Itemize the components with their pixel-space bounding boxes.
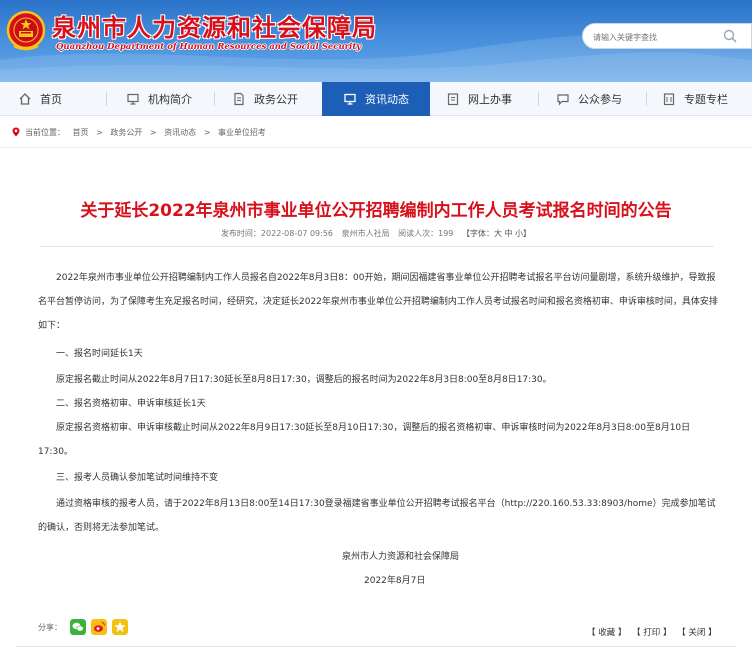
article-paragraph: 原定报名截止时间从2022年8月7日17:30延长至8月8日17:30，调整后的… xyxy=(56,375,552,385)
meta-divider xyxy=(40,246,714,247)
search-box xyxy=(582,23,752,49)
nav-item-online-service[interactable]: 网上办事 xyxy=(446,82,512,116)
national-emblem-icon xyxy=(6,10,46,51)
share-label: 分享： xyxy=(38,623,62,632)
main-nav: 首页 机构简介 政务公开 资讯动态 网上办事 公众参与 专题专栏 xyxy=(0,82,752,116)
nav-item-label: 专题专栏 xyxy=(684,93,728,106)
breadcrumb-link-government[interactable]: 政务公开 xyxy=(110,128,142,137)
nav-divider xyxy=(538,92,539,106)
nav-divider xyxy=(646,92,647,106)
search-input[interactable] xyxy=(593,29,723,45)
breadcrumb-separator: > xyxy=(149,128,157,137)
nav-item-label: 公众参与 xyxy=(578,93,622,106)
font-size-switcher[interactable]: 【字体：大 中 小】 xyxy=(462,229,531,238)
home-icon xyxy=(19,93,31,105)
article-paragraph: 原定报名资格初审、申诉审核截止时间从2022年8月9日17:30延长至8月10日… xyxy=(38,423,691,457)
signature-organization: 泉州市人力资源和社会保障局 xyxy=(342,552,460,562)
nav-item-public-participation[interactable]: 公众参与 xyxy=(556,82,622,116)
nav-divider xyxy=(214,92,215,106)
nav-item-label: 政务公开 xyxy=(254,93,298,106)
article-source: 泉州市人社局 xyxy=(341,229,390,238)
breadcrumb-separator: > xyxy=(203,128,211,137)
section-heading: 一、报名时间延长1天 xyxy=(56,349,143,359)
search-icon[interactable] xyxy=(723,29,737,43)
site-subtitle: Quanzhou Department of Human Resources a… xyxy=(56,42,362,52)
article: 关于延长2022年泉州市事业单位公开招聘编制内工作人员考试报名时间的公告 发布时… xyxy=(16,148,736,666)
clipboard-icon xyxy=(447,93,459,106)
document-icon xyxy=(234,92,244,106)
breadcrumb-link-news[interactable]: 资讯动态 xyxy=(164,128,196,137)
signature-date: 2022年8月7日 xyxy=(364,576,426,586)
section-heading: 三、报考人员确认参加笔试时间维持不变 xyxy=(56,473,219,483)
publish-time: 发布时间：2022-08-07 09:56 xyxy=(220,229,334,238)
wechat-icon[interactable] xyxy=(70,619,86,635)
nav-item-special-topics[interactable]: 专题专栏 xyxy=(662,82,728,116)
column-icon xyxy=(663,93,675,106)
breadcrumb: 当前位置： 首页 > 政务公开 > 资讯动态 > 事业单位招考 xyxy=(0,116,752,148)
article-meta: 发布时间：2022-08-07 09:56 泉州市人社局 阅读人次：199 【字… xyxy=(16,228,736,239)
location-pin-icon xyxy=(12,127,20,137)
view-count: 阅读人次：199 xyxy=(398,229,454,238)
nav-item-label: 资讯动态 xyxy=(365,93,409,106)
nav-item-news[interactable]: 资讯动态 xyxy=(322,82,430,116)
site-title: 泉州市人力资源和社会保障局 xyxy=(52,13,377,42)
monitor-icon xyxy=(127,93,139,105)
article-actions: 【 收藏 】 【 打印 】 【 关闭 】 xyxy=(584,626,717,638)
article-title: 关于延长2022年泉州市事业单位公开招聘编制内工作人员考试报名时间的公告 xyxy=(80,201,672,221)
article-paragraph: 通过资格审核的报考人员，请于2022年8月13日8:00至14日17:30登录福… xyxy=(38,499,716,533)
breadcrumb-link-recruitment[interactable]: 事业单位招考 xyxy=(218,128,266,137)
nav-item-label: 机构简介 xyxy=(148,93,192,106)
screen-icon xyxy=(344,93,356,105)
article-paragraph: 2022年泉州市事业单位公开招聘编制内工作人员报名自2022年8月3日8：00开… xyxy=(38,273,718,331)
weibo-icon[interactable] xyxy=(91,619,107,635)
breadcrumb-prefix: 当前位置： xyxy=(25,128,65,137)
close-button[interactable]: 【 关闭 】 xyxy=(677,628,716,638)
nav-item-about[interactable]: 机构简介 xyxy=(126,82,192,116)
breadcrumb-link-home[interactable]: 首页 xyxy=(73,128,89,137)
section-heading: 二、报名资格初审、申诉审核延长1天 xyxy=(56,399,206,409)
site-header: 泉州市人力资源和社会保障局 Quanzhou Department of Hum… xyxy=(0,0,752,82)
nav-divider xyxy=(106,92,107,106)
qzone-icon[interactable] xyxy=(112,619,128,635)
print-button[interactable]: 【 打印 】 xyxy=(632,628,671,638)
nav-item-government[interactable]: 政务公开 xyxy=(232,82,298,116)
footer-divider xyxy=(16,646,736,647)
favorite-button[interactable]: 【 收藏 】 xyxy=(587,628,626,638)
nav-item-label: 首页 xyxy=(40,93,62,106)
breadcrumb-separator: > xyxy=(96,128,103,137)
nav-item-label: 网上办事 xyxy=(468,93,512,106)
nav-item-home[interactable]: 首页 xyxy=(18,82,62,116)
chat-icon xyxy=(557,94,569,106)
